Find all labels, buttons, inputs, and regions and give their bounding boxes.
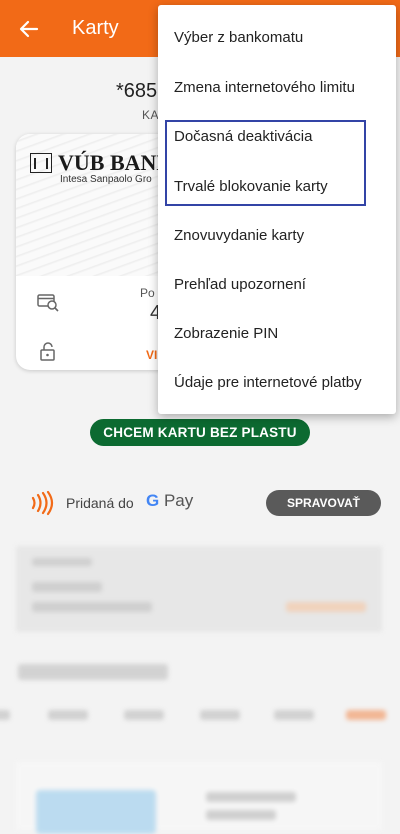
menu-item-permanent-block[interactable]: Trvalé blokovanie karty [174, 178, 328, 195]
manage-button[interactable]: SPRAVOVAŤ [266, 490, 381, 516]
google-pay-logo: G Pay [146, 491, 193, 511]
plasticless-card-button[interactable]: CHCEM KARTU BEZ PLASTU [90, 419, 310, 446]
menu-item-temporary-deactivation[interactable]: Dočasná deaktivácia [174, 128, 312, 145]
card-subtitle: KA [142, 108, 160, 122]
menu-item-internet-limit[interactable]: Zmena internetového limitu [174, 79, 355, 96]
card-number: *685 [116, 80, 158, 102]
menu-item-show-pin[interactable]: Zobrazenie PIN [174, 325, 278, 342]
blurred-months [0, 704, 400, 728]
page-title: Karty [72, 17, 119, 39]
gpay-row: Pridaná do G Pay SPRAVOVAŤ [0, 482, 400, 524]
blurred-title [18, 664, 168, 680]
blurred-transaction [16, 762, 382, 834]
blurred-panel [16, 546, 382, 632]
back-button[interactable] [16, 16, 42, 42]
gpay-status-text: Pridaná do [66, 495, 134, 511]
menu-item-notifications[interactable]: Prehľad upozornení [174, 276, 306, 293]
row-link[interactable]: VI [146, 348, 157, 362]
card-search-icon [37, 294, 59, 312]
menu-item-reissue-card[interactable]: Znovuvydanie karty [174, 227, 304, 244]
menu-item-atm-withdrawal[interactable]: Výber z bankomatu [174, 29, 303, 46]
pay-word: Pay [163, 491, 194, 510]
bank-logo-icon [30, 153, 52, 173]
google-g-letter: G [146, 491, 160, 510]
menu-item-online-payment-details[interactable]: Údaje pre internetové platby [174, 374, 362, 391]
contactless-icon [31, 490, 54, 516]
lock-icon [40, 342, 55, 361]
row-label: Po [140, 286, 155, 300]
bank-subname: Intesa Sanpaolo Gro [60, 174, 152, 185]
arrow-left-icon [19, 20, 39, 37]
card-actions-menu: Výber z bankomatu Zmena internetového li… [158, 5, 396, 414]
bank-logo: VÚB BANK [30, 150, 174, 176]
bank-name: VÚB BANK [58, 150, 174, 175]
